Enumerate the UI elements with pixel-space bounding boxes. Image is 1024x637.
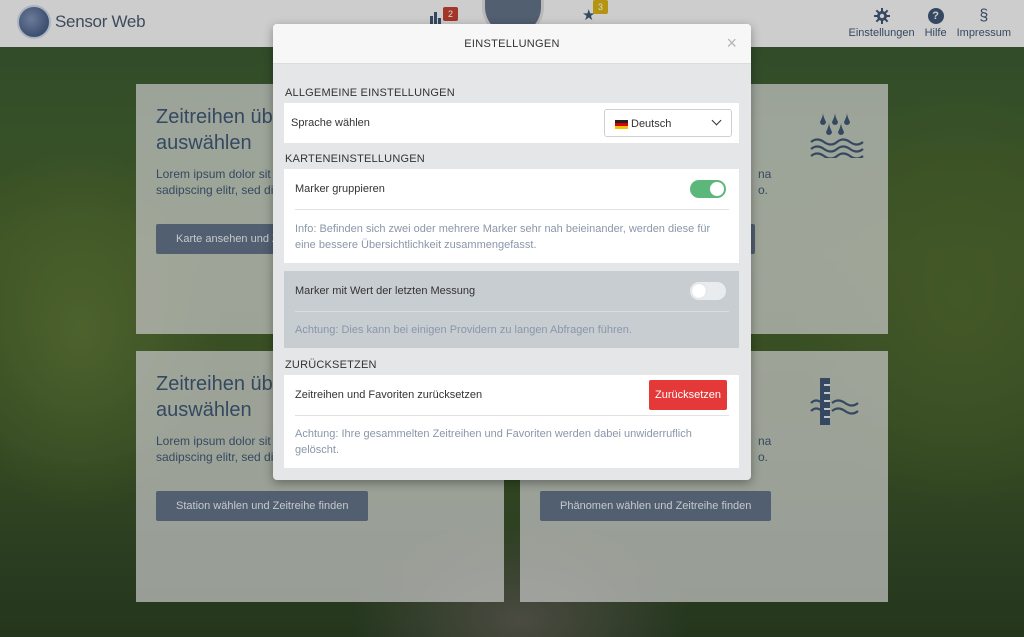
reset-info: Achtung: Ihre gesammelten Zeitreihen und… <box>295 428 692 456</box>
modal-header: EINSTELLUNGEN × <box>273 24 751 64</box>
marker-group-panel: Marker gruppieren Info: Befinden sich zw… <box>284 169 739 263</box>
marker-lastvalue-info: Achtung: Dies kann bei einigen Providern… <box>295 324 632 336</box>
language-label: Sprache wählen <box>291 117 370 129</box>
marker-group-toggle[interactable] <box>690 180 726 198</box>
reset-label: Zeitreihen und Favoriten zurücksetzen <box>295 389 483 401</box>
general-settings-title: ALLGEMEINE EINSTELLUNGEN <box>285 87 455 99</box>
reset-panel: Zeitreihen und Favoriten zurücksetzen Zu… <box>284 375 739 468</box>
chevron-down-icon <box>711 115 722 126</box>
marker-lastvalue-label: Marker mit Wert der letzten Messung <box>295 285 476 297</box>
close-icon[interactable]: × <box>726 33 737 54</box>
language-select[interactable]: Deutsch <box>604 109 732 137</box>
language-select-value: Deutsch <box>631 118 672 130</box>
german-flag-icon <box>615 120 628 129</box>
settings-modal: EINSTELLUNGEN × ALLGEMEINE EINSTELLUNGEN… <box>273 24 751 480</box>
reset-title: ZURÜCKSETZEN <box>285 359 377 371</box>
marker-group-label: Marker gruppieren <box>295 183 385 195</box>
language-panel: Sprache wählen Deutsch <box>284 103 739 143</box>
marker-lastvalue-panel: Marker mit Wert der letzten Messung Acht… <box>284 271 739 348</box>
map-settings-title: KARTENEINSTELLUNGEN <box>285 153 425 165</box>
modal-title: EINSTELLUNGEN <box>464 38 560 50</box>
marker-group-info: Info: Befinden sich zwei oder mehrere Ma… <box>295 223 711 251</box>
reset-button[interactable]: Zurücksetzen <box>649 380 728 410</box>
marker-lastvalue-toggle[interactable] <box>690 282 726 300</box>
